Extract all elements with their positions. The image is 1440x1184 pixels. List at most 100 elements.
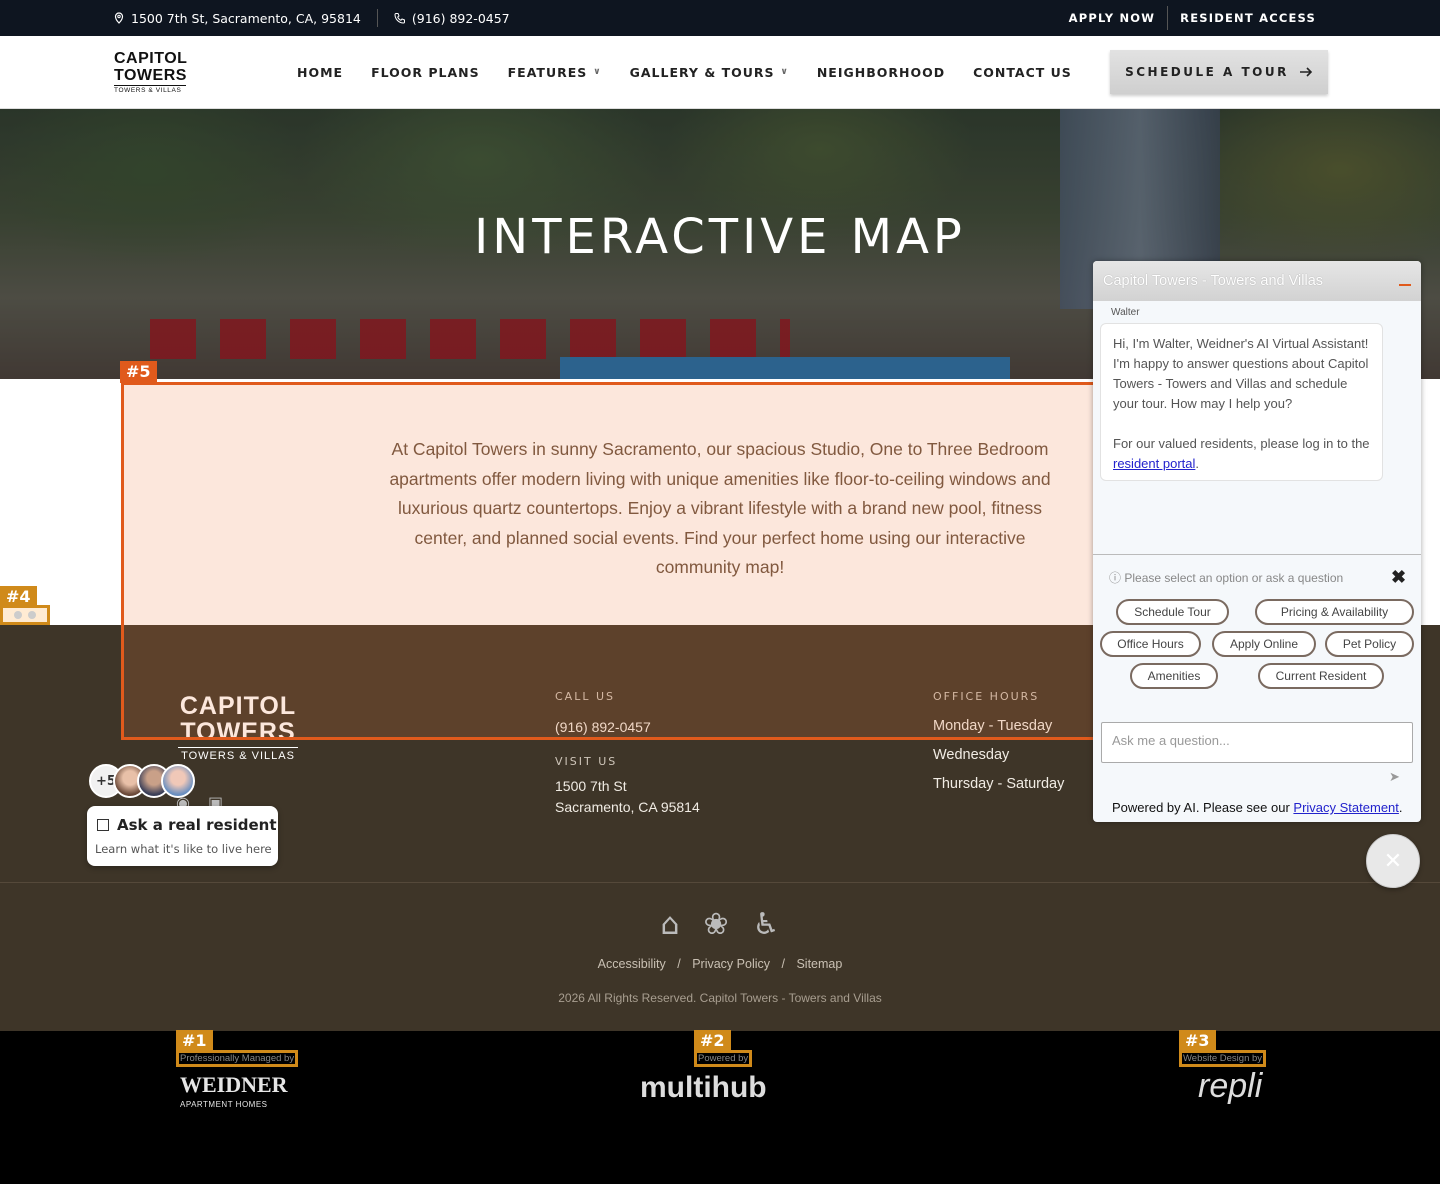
visit-us-block: VISIT US 1500 7th St Sacramento, CA 9581… bbox=[555, 755, 700, 818]
option-schedule-tour[interactable]: Schedule Tour bbox=[1116, 599, 1229, 625]
chat-input[interactable]: Ask me a question... bbox=[1101, 722, 1413, 763]
resident-portal-link[interactable]: resident portal bbox=[1113, 456, 1195, 471]
copyright-text: 2026 All Rights Reserved. Capitol Towers… bbox=[558, 991, 882, 1005]
site-logo[interactable]: CAPITOL TOWERS TOWERS & VILLAS bbox=[114, 50, 188, 94]
address-link[interactable]: 1500 7th St, Sacramento, CA, 95814 bbox=[113, 11, 361, 26]
chat-message: Hi, I'm Walter, Weidner's AI Virtual Ass… bbox=[1100, 323, 1383, 481]
link-separator: / bbox=[781, 957, 785, 971]
page-title: INTERACTIVE MAP bbox=[474, 209, 966, 265]
nav-item-gallery-tours[interactable]: GALLERY & TOURS ∨ bbox=[630, 65, 789, 80]
close-options-icon[interactable]: ✖ bbox=[1391, 567, 1406, 588]
chat-hint-text: Please select an option or ask a questio… bbox=[1124, 571, 1344, 585]
logo-line3: TOWERS & VILLAS bbox=[114, 85, 186, 94]
nav-label: FEATURES bbox=[507, 64, 588, 80]
ask-resident-title: Ask a real resident bbox=[117, 816, 277, 834]
divider bbox=[376, 9, 378, 27]
weidner-name: WEIDNER bbox=[180, 1072, 288, 1097]
nav-item-neighborhood[interactable]: NEIGHBORHOOD bbox=[817, 65, 945, 80]
map-pin-icon bbox=[114, 12, 124, 24]
option-pet-policy[interactable]: Pet Policy bbox=[1325, 631, 1414, 657]
resident-access-link[interactable]: RESIDENT ACCESS bbox=[1180, 11, 1316, 25]
top-bar-actions: APPLY NOW RESIDENT ACCESS bbox=[1069, 0, 1316, 36]
slider-dots[interactable] bbox=[0, 605, 50, 625]
top-bar: 1500 7th St, Sacramento, CA, 95814 (916)… bbox=[0, 0, 1440, 36]
chevron-down-icon: ∨ bbox=[593, 67, 602, 77]
visit-us-label: VISIT US bbox=[555, 755, 618, 768]
logo-line2: TOWERS bbox=[114, 67, 187, 84]
chat-close-button[interactable]: ✕ bbox=[1366, 834, 1420, 888]
nav-item-floor-plans[interactable]: FLOOR PLANS bbox=[371, 65, 480, 80]
ask-resident-widget[interactable]: Ask a real resident Learn what it's like… bbox=[87, 806, 278, 866]
nav-item-contact-us[interactable]: CONTACT US bbox=[973, 65, 1072, 80]
office-hours-row: Wednesday bbox=[933, 747, 1010, 763]
multihub-name: multihub bbox=[640, 1071, 767, 1104]
ask-resident-subtitle: Learn what it's like to live here bbox=[95, 842, 272, 856]
accessibility-link[interactable]: Accessibility bbox=[598, 957, 666, 971]
top-bar-contact: 1500 7th St, Sacramento, CA, 95814 (916)… bbox=[113, 0, 510, 36]
credits-bar: Professionally Managed by Powered by Web… bbox=[0, 1030, 1440, 1184]
pet-friendly-icon: ❀ bbox=[703, 907, 729, 942]
footer-logo-line3: TOWERS & VILLAS bbox=[178, 747, 298, 762]
annotation-badge-2: #2 bbox=[694, 1030, 731, 1052]
divider bbox=[1167, 6, 1169, 30]
nav-label: CONTACT US bbox=[973, 64, 1072, 80]
chat-message-text: Hi, I'm Walter, Weidner's AI Virtual Ass… bbox=[1113, 336, 1369, 411]
minimize-icon[interactable] bbox=[1399, 284, 1411, 286]
chat-divider bbox=[1093, 554, 1421, 555]
help-icon: ⓘ bbox=[1109, 571, 1122, 585]
option-current-resident[interactable]: Current Resident bbox=[1258, 663, 1384, 689]
option-amenities[interactable]: Amenities bbox=[1130, 663, 1218, 689]
weidner-sub: APARTMENT HOMES bbox=[180, 1100, 268, 1109]
phone-text: (916) 892-0457 bbox=[411, 10, 510, 26]
phone-link[interactable]: (916) 892-0457 bbox=[394, 11, 510, 26]
close-icon: ✕ bbox=[1383, 848, 1403, 874]
schedule-tour-label: SCHEDULE A TOUR bbox=[1125, 65, 1289, 79]
annotation-badge-3: #3 bbox=[1179, 1030, 1216, 1052]
resident-avatars[interactable]: +5 bbox=[89, 764, 195, 798]
nav-label: HOME bbox=[297, 64, 344, 80]
option-apply-online[interactable]: Apply Online bbox=[1212, 631, 1316, 657]
privacy-statement-link[interactable]: Privacy Statement bbox=[1293, 800, 1399, 815]
chat-message-resident: For our valued residents, please log in … bbox=[1113, 436, 1370, 471]
nav-label: NEIGHBORHOOD bbox=[816, 64, 946, 80]
visit-us-city[interactable]: Sacramento, CA 95814 bbox=[555, 797, 700, 818]
privacy-policy-link[interactable]: Privacy Policy bbox=[692, 957, 770, 971]
design-by-label: Website Design by bbox=[1179, 1050, 1267, 1067]
logo-line1: CAPITOL bbox=[114, 50, 188, 67]
phone-icon bbox=[394, 13, 405, 24]
multihub-logo[interactable]: multihub bbox=[640, 1071, 767, 1105]
schedule-tour-button[interactable]: SCHEDULE A TOUR bbox=[1110, 50, 1328, 94]
chat-header: Capitol Towers - Towers and Villas bbox=[1093, 261, 1421, 301]
chat-title: Capitol Towers - Towers and Villas bbox=[1103, 273, 1324, 289]
chevron-down-icon: ∨ bbox=[780, 67, 789, 77]
office-hours-row: Thursday - Saturday bbox=[933, 776, 1065, 792]
chat-powered-text: Powered by AI. Please see our bbox=[1112, 800, 1290, 815]
chat-agent-name: Walter bbox=[1111, 307, 1140, 318]
apply-now-link[interactable]: APPLY NOW bbox=[1069, 11, 1156, 25]
chat-powered-by: Powered by AI. Please see our Privacy St… bbox=[1112, 800, 1403, 815]
option-pricing-availability[interactable]: Pricing & Availability bbox=[1255, 599, 1414, 625]
footer-bottom: ⌂ ❀ ♿ Accessibility / Privacy Policy / S… bbox=[0, 882, 1440, 1031]
repli-name: repli bbox=[1198, 1067, 1263, 1105]
annotation-badge-1: #1 bbox=[176, 1030, 213, 1052]
annotation-badge-5: #5 bbox=[120, 361, 157, 383]
visit-us-street[interactable]: 1500 7th St bbox=[555, 776, 700, 797]
slider-dot[interactable] bbox=[28, 611, 36, 619]
weidner-logo[interactable]: WEIDNER APARTMENT HOMES bbox=[180, 1072, 288, 1115]
nav-item-features[interactable]: FEATURES ∨ bbox=[508, 65, 602, 80]
option-office-hours[interactable]: Office Hours bbox=[1100, 631, 1201, 657]
powered-by-label: Powered by bbox=[694, 1050, 753, 1067]
sitemap-link[interactable]: Sitemap bbox=[796, 957, 842, 971]
arrow-right-icon bbox=[1299, 67, 1313, 77]
footer-links: Accessibility / Privacy Policy / Sitemap bbox=[0, 957, 1440, 971]
slider-dot[interactable] bbox=[14, 611, 22, 619]
nav-menu: HOME FLOOR PLANS FEATURES ∨ GALLERY & TOU… bbox=[297, 36, 1072, 108]
chat-bubble-icon bbox=[97, 819, 109, 831]
nav-item-home[interactable]: HOME bbox=[297, 65, 343, 80]
chat-message-text: For our valued residents, please log in … bbox=[1113, 436, 1370, 451]
nav-label: FLOOR PLANS bbox=[371, 64, 480, 80]
send-icon[interactable]: ➤ bbox=[1389, 769, 1400, 785]
repli-logo[interactable]: repli bbox=[1198, 1067, 1262, 1106]
chat-hint: ⓘ Please select an option or ask a quest… bbox=[1109, 569, 1343, 586]
main-nav: CAPITOL TOWERS TOWERS & VILLAS HOME FLOO… bbox=[0, 36, 1440, 109]
